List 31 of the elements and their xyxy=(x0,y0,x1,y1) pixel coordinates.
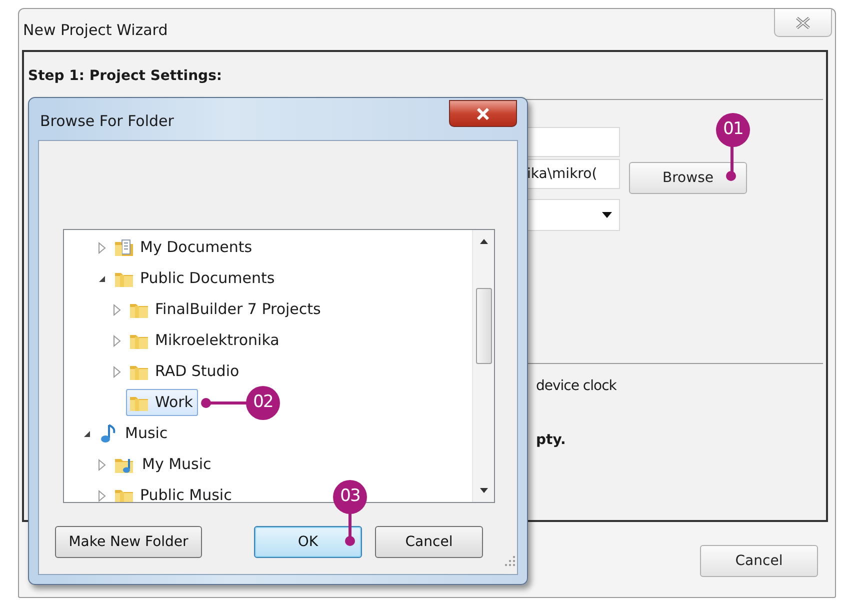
note-text: pty. xyxy=(536,431,566,450)
window-title: New Project Wizard xyxy=(23,20,168,41)
close-button[interactable] xyxy=(449,100,517,127)
folder-item[interactable]: Music xyxy=(96,420,173,447)
ok-button[interactable]: OK xyxy=(254,526,362,558)
folder-item[interactable]: FinalBuilder 7 Projects xyxy=(126,296,326,323)
close-icon xyxy=(476,108,490,120)
scrollbar[interactable] xyxy=(472,230,494,502)
scrollbar-thumb[interactable] xyxy=(476,288,492,364)
folder-item[interactable]: Mikroelektronika xyxy=(126,327,284,354)
folder-item[interactable]: Public Documents xyxy=(111,265,280,292)
leader-line xyxy=(343,511,357,547)
folder-item[interactable]: My Documents xyxy=(111,234,258,261)
leader-line xyxy=(725,144,739,182)
browse-button[interactable]: Browse xyxy=(629,162,747,194)
documents-folder-icon xyxy=(114,238,134,258)
scroll-down-arrow-icon[interactable] xyxy=(480,488,488,493)
dropdown-arrow-icon xyxy=(602,212,612,218)
close-icon xyxy=(795,16,811,28)
folder-item[interactable]: Public Music xyxy=(111,482,237,502)
dialog-title: Browse For Folder xyxy=(40,111,174,132)
folder-item[interactable]: Work xyxy=(126,389,198,416)
option-label: device clock xyxy=(536,377,616,396)
cancel-button[interactable]: Cancel xyxy=(375,526,483,558)
folder-item[interactable]: My Music xyxy=(111,451,216,478)
folder-item[interactable]: RAD Studio xyxy=(126,358,244,385)
cancel-button[interactable]: Cancel xyxy=(700,545,818,577)
leader-line xyxy=(200,396,248,410)
step-heading: Step 1: Project Settings: xyxy=(28,67,222,86)
scroll-up-arrow-icon[interactable] xyxy=(480,239,488,244)
new-folder-button[interactable]: Make New Folder xyxy=(55,526,202,558)
